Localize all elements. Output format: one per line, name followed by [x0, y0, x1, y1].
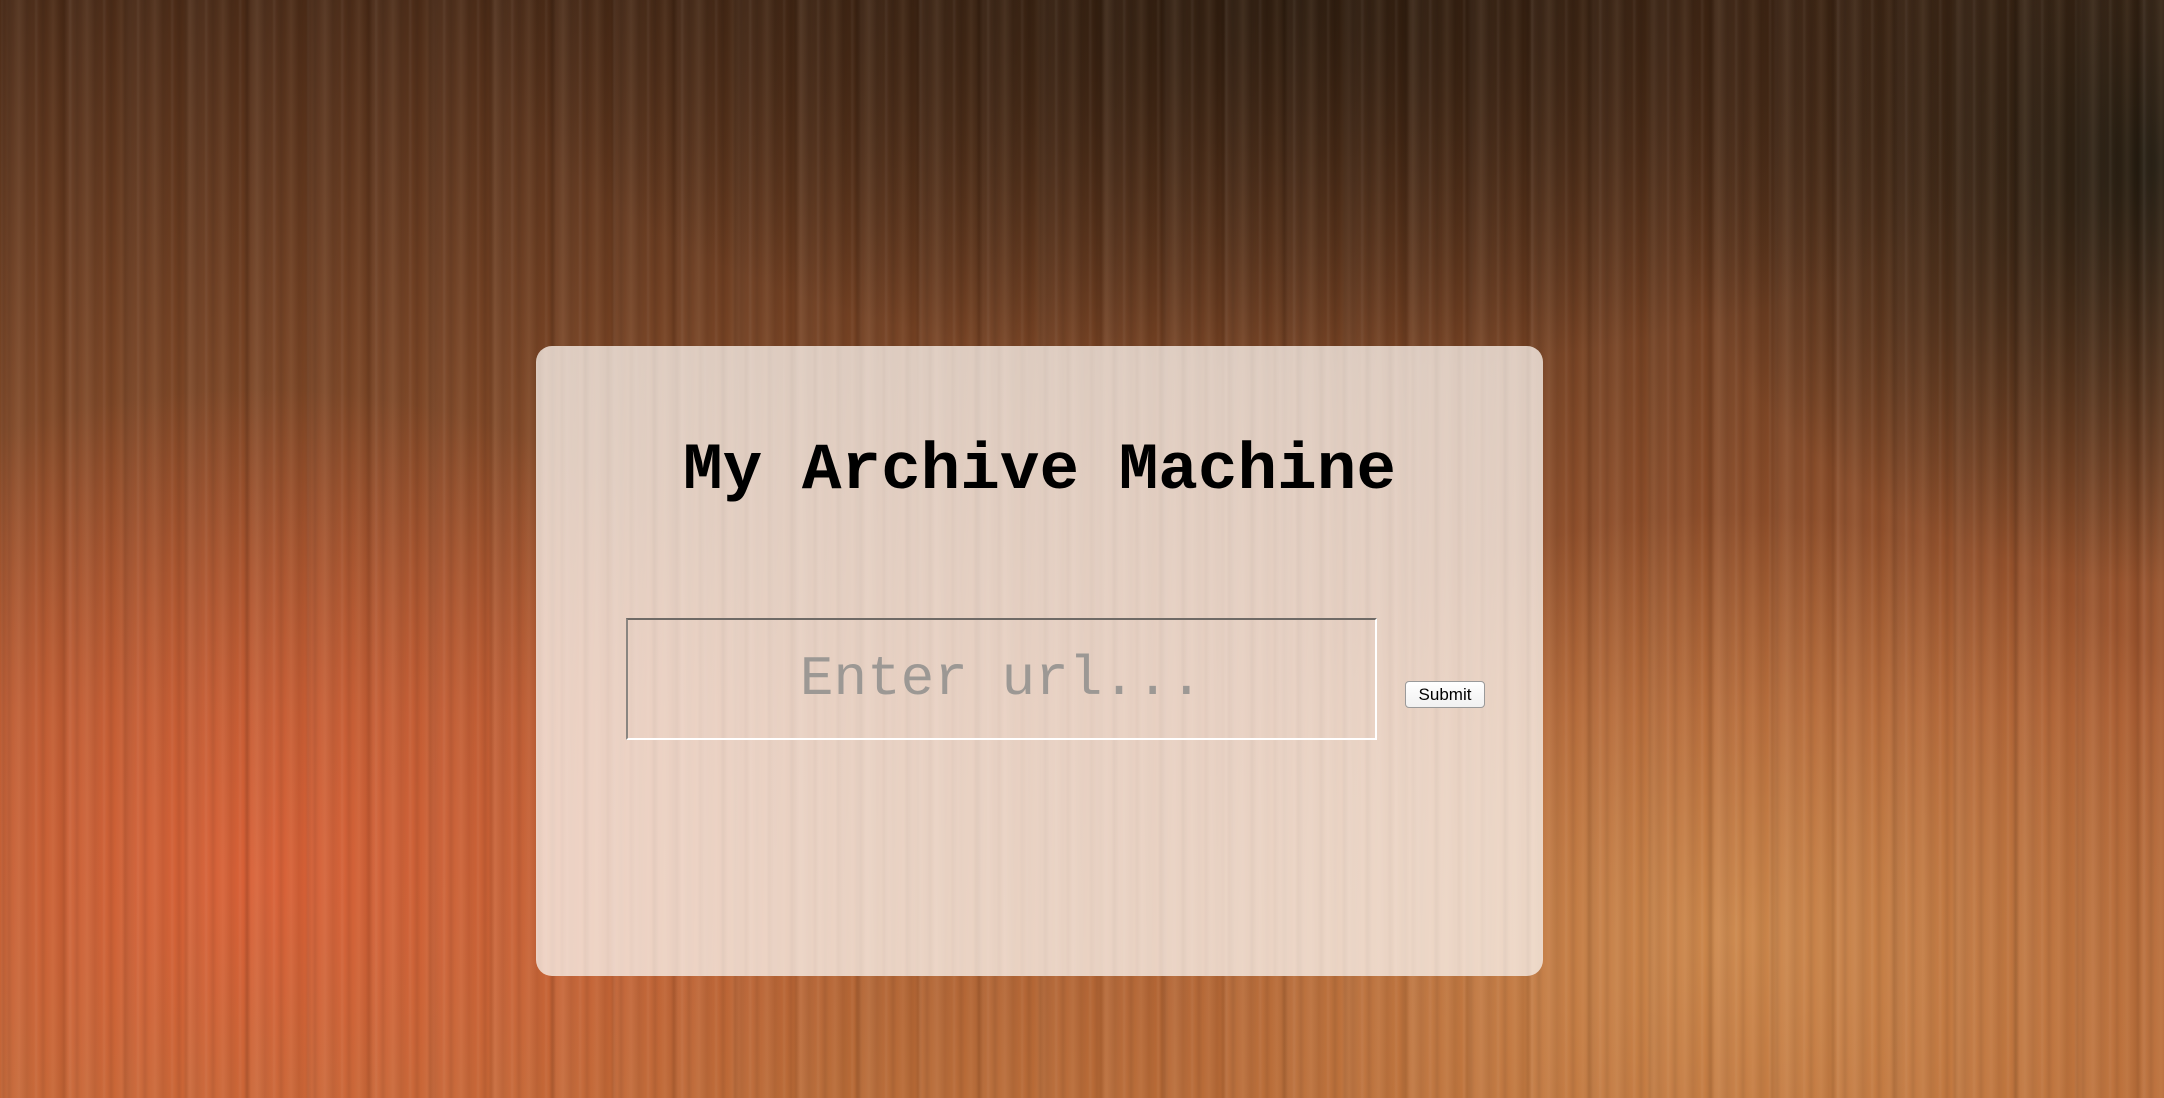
url-input[interactable] [626, 618, 1377, 740]
submit-button[interactable]: Submit [1405, 681, 1485, 708]
page-title: My Archive Machine [683, 433, 1396, 508]
archive-card: My Archive Machine Submit [536, 346, 1543, 976]
